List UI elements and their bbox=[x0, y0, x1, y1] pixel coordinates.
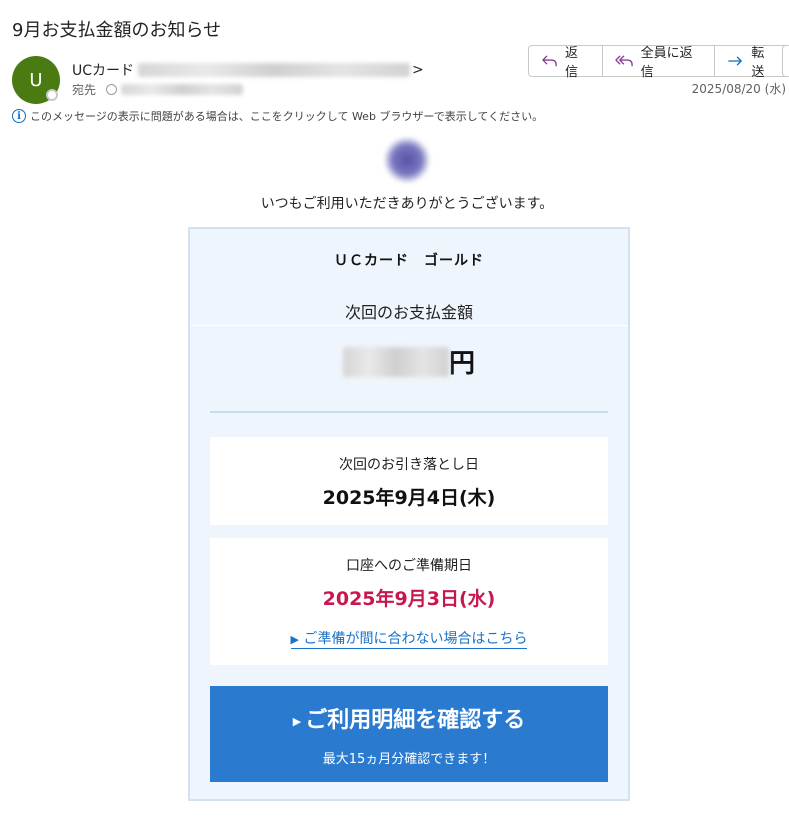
play-icon: ▶ bbox=[290, 633, 299, 646]
cta-label: ご利用明細を確認する bbox=[305, 708, 526, 733]
info-notice-text: このメッセージの表示に問題がある場合は、ここをクリックして Web ブラウザーで… bbox=[30, 110, 544, 123]
withdrawal-date: 2025年9月4日(木) bbox=[322, 487, 496, 509]
amount-redacted bbox=[342, 346, 449, 377]
cta-subtext: 最大15ヵ月分確認できます！ bbox=[322, 752, 496, 767]
sender[interactable]: UCカード > bbox=[72, 60, 424, 80]
prepare-label: 口座へのご準備期日 bbox=[346, 558, 472, 574]
sender-address-redacted bbox=[138, 63, 411, 77]
info-icon: i bbox=[12, 109, 26, 123]
reply-all-button[interactable]: 全員に返信 bbox=[603, 46, 716, 80]
divider bbox=[210, 411, 608, 413]
brand-logo bbox=[384, 137, 430, 183]
play-icon: ▶ bbox=[292, 714, 302, 728]
payment-card: ＵＣカード ゴールド 次回のお支払金額 円 次回のお引き落とし日 2025年9月… bbox=[188, 227, 630, 801]
forward-button[interactable]: 転送 bbox=[715, 46, 788, 80]
reply-icon bbox=[542, 55, 557, 67]
recipient-status-icon bbox=[106, 84, 118, 95]
message-toolbar: 返信 全員に返信 転送 bbox=[528, 45, 789, 80]
late-payment-link-text: ご準備が間に合わない場合はこちら bbox=[303, 631, 528, 647]
recipient-row: 宛先 bbox=[72, 81, 244, 98]
reply-button[interactable]: 返信 bbox=[529, 46, 603, 80]
prepare-box: 口座へのご準備期日 2025年9月3日(水) ▶ ご準備が間に合わない場合はこち… bbox=[210, 538, 608, 665]
withdrawal-box: 次回のお引き落とし日 2025年9月4日(木) bbox=[210, 437, 608, 525]
email-subject: 9月お支払金額のお知らせ bbox=[12, 20, 222, 41]
withdrawal-label: 次回のお引き落とし日 bbox=[339, 457, 479, 473]
recipient-redacted[interactable] bbox=[121, 84, 244, 95]
forward-label: 転送 bbox=[751, 46, 765, 80]
payment-amount: 円 bbox=[190, 343, 628, 380]
to-label: 宛先 bbox=[72, 83, 97, 97]
section-separator bbox=[190, 325, 628, 326]
view-statement-button[interactable]: ▶ ご利用明細を確認する 最大15ヵ月分確認できます！ bbox=[210, 686, 608, 782]
greeting: いつもご利用いただきありがとうございます。 bbox=[260, 196, 554, 212]
prepare-date: 2025年9月3日(水) bbox=[322, 588, 496, 610]
info-bar[interactable]: i このメッセージの表示に問題がある場合は、ここをクリックして Web ブラウザ… bbox=[12, 108, 543, 124]
more-actions-button[interactable] bbox=[782, 45, 789, 77]
reply-label: 返信 bbox=[565, 46, 579, 80]
sender-address-suffix: > bbox=[412, 62, 424, 78]
sender-name: UCカード bbox=[72, 63, 135, 79]
next-payment-label: 次回のお支払金額 bbox=[344, 303, 473, 322]
avatar-initial: U bbox=[29, 69, 43, 91]
currency-unit: 円 bbox=[448, 349, 475, 379]
message-date: 2025/08/20 (水) bbox=[691, 82, 786, 96]
reply-all-icon bbox=[614, 55, 633, 67]
late-payment-link[interactable]: ▶ ご準備が間に合わない場合はこちら bbox=[210, 628, 608, 649]
card-name: ＵＣカード ゴールド bbox=[334, 253, 484, 269]
presence-status-icon bbox=[46, 89, 58, 101]
reply-all-label: 全員に返信 bbox=[640, 46, 693, 80]
forward-icon bbox=[728, 56, 743, 66]
